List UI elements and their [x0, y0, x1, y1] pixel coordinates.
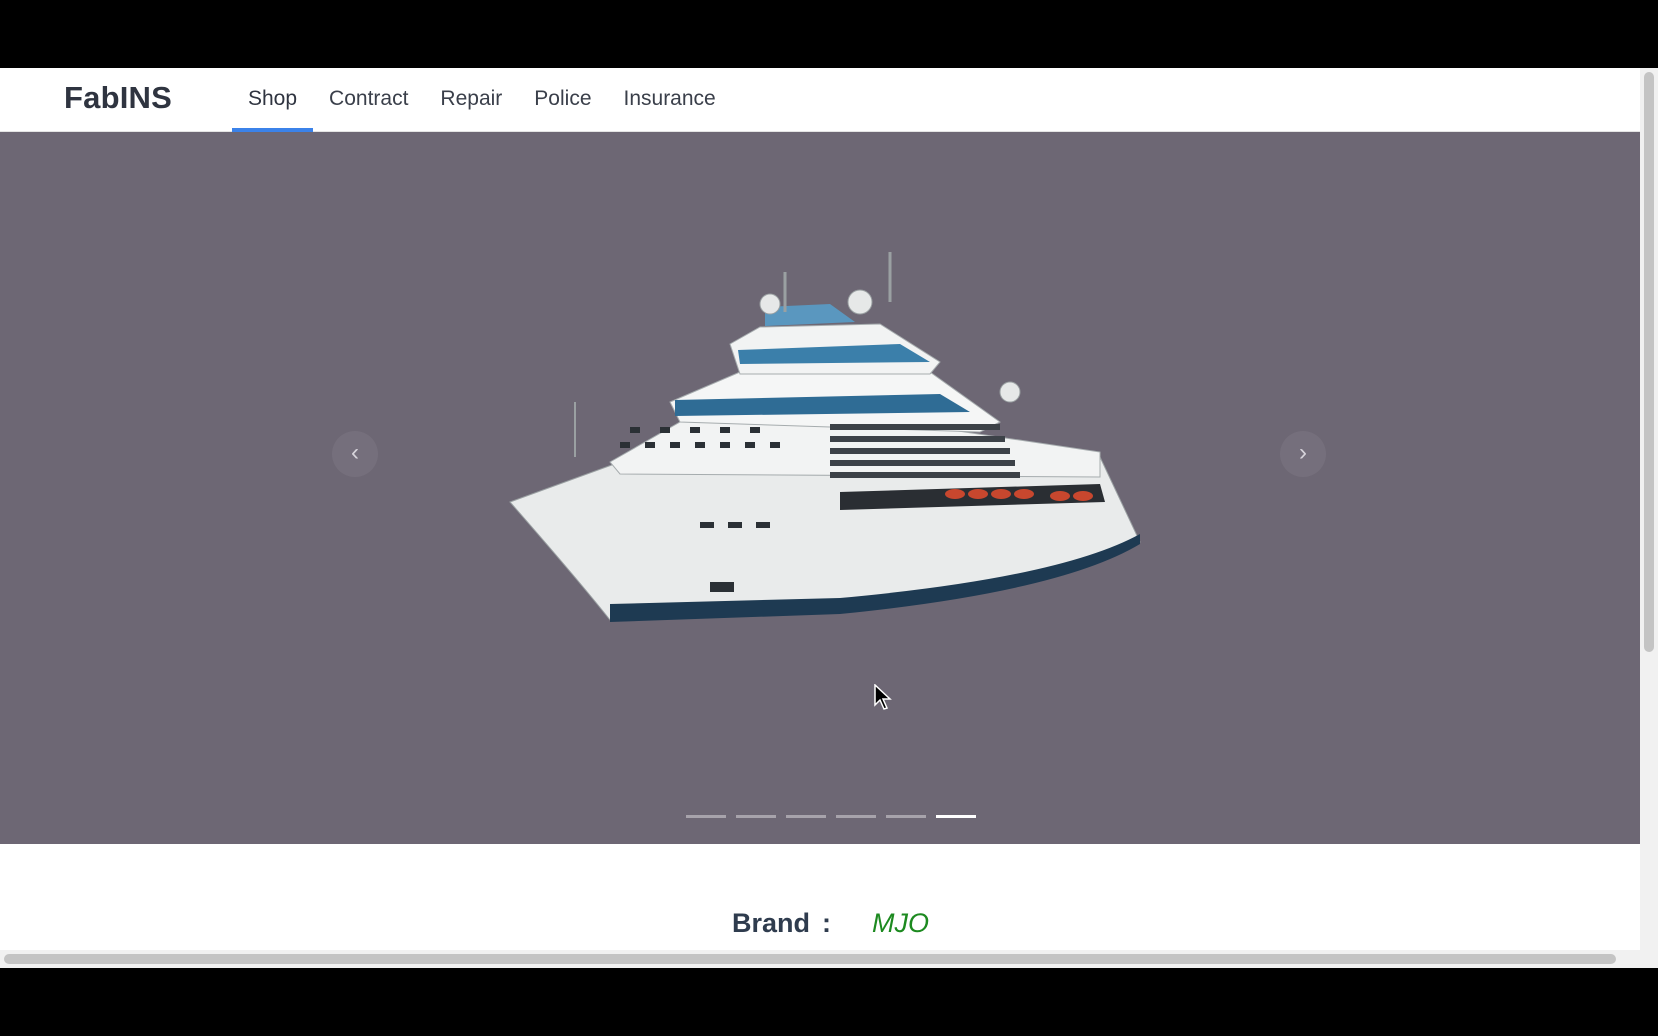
- horizontal-scrollbar[interactable]: [0, 950, 1640, 968]
- brand-row: Brand : MJO: [732, 908, 929, 939]
- vertical-scrollbar-thumb[interactable]: [1644, 72, 1654, 652]
- carousel-prev-button[interactable]: ‹: [332, 431, 378, 477]
- product-carousel: ‹ ›: [0, 132, 1640, 844]
- main-menu: Shop Contract Repair Police Insurance: [232, 68, 732, 133]
- top-navbar: FabINS Shop Contract Repair Police Insur…: [0, 68, 1640, 133]
- carousel-indicator-3[interactable]: [786, 815, 826, 818]
- horizontal-scrollbar-thumb[interactable]: [4, 954, 1616, 964]
- cruise-ship-image: [509, 252, 1141, 622]
- chevron-left-icon: ‹: [351, 439, 359, 466]
- carousel-indicator-1[interactable]: [686, 815, 726, 818]
- screen-top-bar: [0, 0, 1658, 68]
- carousel-indicator-4[interactable]: [836, 815, 876, 818]
- mouse-cursor-icon: [874, 684, 892, 710]
- screen-bottom-bar: [0, 968, 1658, 1036]
- nav-item-insurance[interactable]: Insurance: [608, 68, 732, 132]
- nav-item-contract[interactable]: Contract: [313, 68, 424, 132]
- brand-label: Brand: [732, 908, 811, 938]
- brand-separator: :: [822, 908, 831, 938]
- vertical-scrollbar[interactable]: [1640, 68, 1658, 968]
- chevron-right-icon: ›: [1299, 439, 1307, 466]
- nav-item-repair[interactable]: Repair: [424, 68, 518, 132]
- nav-item-shop[interactable]: Shop: [232, 68, 314, 133]
- carousel-indicator-2[interactable]: [736, 815, 776, 818]
- carousel-indicator-6[interactable]: [936, 815, 976, 818]
- brand-value: MJO: [872, 908, 929, 938]
- carousel-indicators: [686, 815, 976, 818]
- brand-logo[interactable]: FabINS: [64, 80, 172, 116]
- carousel-indicator-5[interactable]: [886, 815, 926, 818]
- nav-item-police[interactable]: Police: [518, 68, 607, 132]
- carousel-next-button[interactable]: ›: [1280, 431, 1326, 477]
- browser-window: FabINS Shop Contract Repair Police Insur…: [0, 68, 1658, 968]
